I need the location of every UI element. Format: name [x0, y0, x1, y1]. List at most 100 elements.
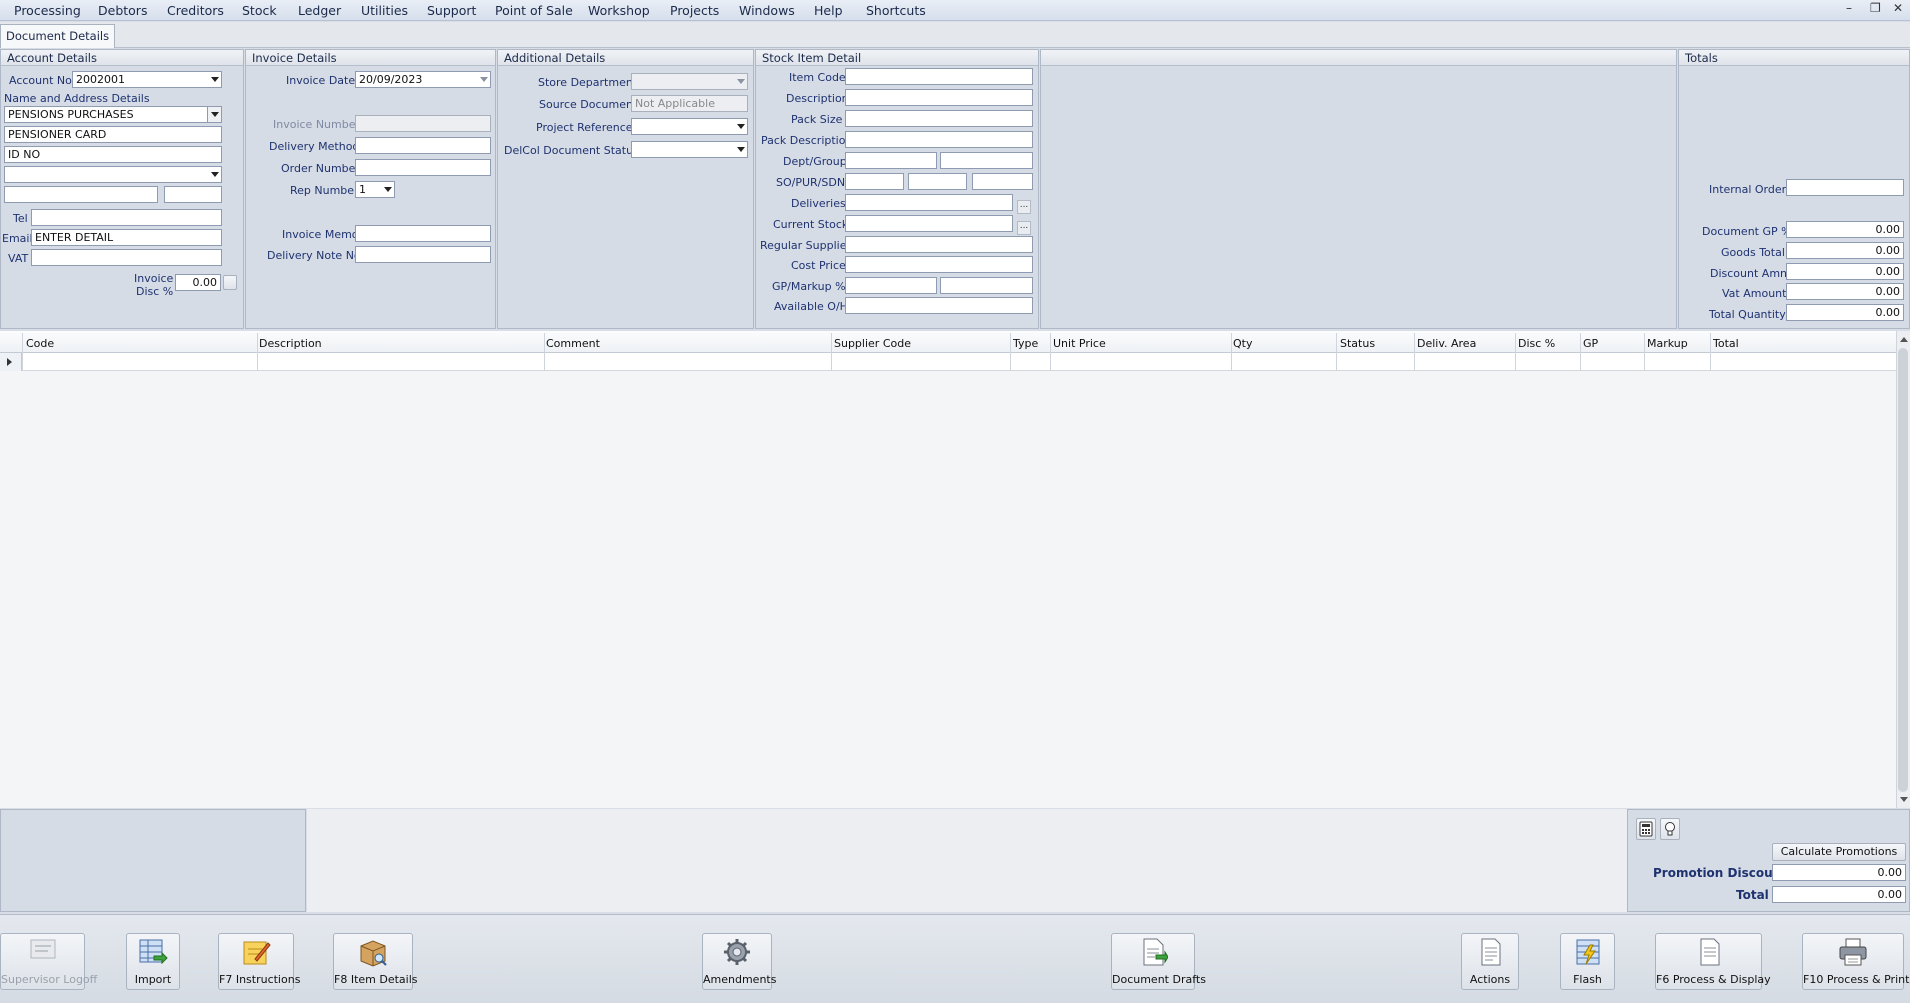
menu-ledger[interactable]: Ledger [298, 3, 341, 18]
menu-projects[interactable]: Projects [670, 3, 719, 18]
rep-number-select[interactable]: 1 [355, 181, 395, 198]
column-separator [1644, 333, 1645, 371]
actions-button[interactable]: Actions [1461, 933, 1519, 990]
address-line-4-select[interactable] [4, 166, 222, 183]
item-code-field[interactable] [845, 68, 1033, 85]
vat-amount-field: 0.00 [1786, 283, 1904, 300]
menu-debtors[interactable]: Debtors [98, 3, 147, 18]
box-search-icon [360, 940, 387, 967]
delivery-method-field[interactable] [355, 137, 491, 154]
available-oh-field[interactable] [845, 297, 1033, 314]
vat-field[interactable] [31, 249, 222, 266]
current-stock-label: Current Stock [773, 218, 849, 231]
description-field[interactable] [845, 89, 1033, 106]
column-header-status[interactable]: Status [1340, 337, 1375, 350]
f6-process-display-button[interactable]: F6 Process & Display [1655, 933, 1771, 990]
column-header-supplier-code[interactable]: Supplier Code [834, 337, 911, 350]
column-header-gp[interactable]: GP [1583, 337, 1598, 350]
menu-stock[interactable]: Stock [242, 3, 277, 18]
row-indicator[interactable] [0, 353, 22, 371]
name-dropdown-button[interactable] [207, 107, 221, 122]
invoice-memo-field[interactable] [355, 225, 491, 242]
stock-item-detail-header: Stock Item Detail [756, 50, 1038, 66]
column-header-comment[interactable]: Comment [546, 337, 600, 350]
address-city-field[interactable] [4, 186, 158, 203]
markup-field[interactable] [940, 277, 1033, 294]
tel-field[interactable] [31, 209, 222, 226]
invoice-date-picker[interactable]: 20/09/2023 [355, 71, 491, 88]
order-number-field[interactable] [355, 159, 491, 176]
promotion-discount-field: 0.00 [1772, 864, 1906, 881]
dept-field[interactable] [845, 152, 937, 169]
pack-description-field[interactable] [845, 131, 1033, 148]
invoice-disc-button[interactable] [223, 275, 237, 290]
scroll-up-icon[interactable] [1900, 337, 1908, 342]
menu-support[interactable]: Support [427, 3, 476, 18]
invoice-disc-field[interactable]: 0.00 [175, 274, 221, 291]
document-drafts-button[interactable]: Document Drafts [1111, 933, 1206, 990]
table-row[interactable] [0, 353, 1896, 371]
total-quantity-label: Total Quantity [1709, 308, 1786, 321]
internal-order-field[interactable] [1786, 179, 1904, 196]
scrollbar-thumb[interactable] [1898, 348, 1908, 792]
calculate-promotions-button[interactable]: Calculate Promotions [1772, 843, 1906, 861]
delivery-note-field[interactable] [355, 246, 491, 263]
column-header-total[interactable]: Total [1713, 337, 1739, 350]
column-header-qty[interactable]: Qty [1233, 337, 1252, 350]
email-field[interactable]: ENTER DETAIL [31, 229, 222, 246]
group-field[interactable] [940, 152, 1033, 169]
so-field[interactable] [845, 173, 904, 190]
column-header-code[interactable]: Code [26, 337, 54, 350]
menu-creditors[interactable]: Creditors [167, 3, 224, 18]
deliveries-field[interactable] [845, 194, 1013, 211]
column-header-type[interactable]: Type [1013, 337, 1038, 350]
menu-utilities[interactable]: Utilities [361, 3, 408, 18]
gp-field[interactable] [845, 277, 937, 294]
column-header-unit-price[interactable]: Unit Price [1053, 337, 1106, 350]
column-header-deliv-area[interactable]: Deliv. Area [1417, 337, 1476, 350]
column-separator [1050, 333, 1051, 371]
amendments-button[interactable]: Amendments [702, 933, 776, 990]
cost-price-field[interactable] [845, 256, 1033, 273]
menu-processing[interactable]: Processing [14, 3, 81, 18]
column-header-disc[interactable]: Disc % [1518, 337, 1555, 350]
delivery-note-label: Delivery Note No [267, 249, 361, 262]
f7-instructions-button[interactable]: F7 Instructions [218, 933, 300, 990]
column-separator [1710, 333, 1711, 371]
minimize-icon[interactable]: – [1846, 1, 1852, 15]
delcol-status-select[interactable] [631, 141, 748, 158]
current-stock-ellipsis-button[interactable]: ... [1017, 221, 1031, 235]
menu-shortcuts[interactable]: Shortcuts [866, 3, 926, 18]
calculator-button[interactable] [1636, 818, 1656, 840]
flash-button[interactable]: Flash [1560, 933, 1615, 990]
f10-process-print-button[interactable]: F10 Process & Print [1802, 933, 1909, 990]
column-header-markup[interactable]: Markup [1647, 337, 1688, 350]
line-items-grid[interactable] [0, 331, 1910, 808]
account-no-select[interactable]: 2002001 [72, 71, 222, 88]
flash-icon [1576, 939, 1599, 965]
import-button[interactable]: Import [126, 933, 180, 990]
column-header-description[interactable]: Description [259, 337, 322, 350]
sdn-field[interactable] [972, 173, 1033, 190]
project-reference-select[interactable] [631, 118, 748, 135]
restore-icon[interactable]: ❐ [1870, 1, 1881, 15]
address-line-2-field[interactable]: PENSIONER CARD [4, 126, 222, 143]
hint-button[interactable] [1660, 818, 1680, 840]
source-document-field: Not Applicable [631, 95, 748, 112]
current-stock-field[interactable] [845, 215, 1013, 232]
pack-size-field[interactable] [845, 110, 1033, 127]
pur-field[interactable] [908, 173, 967, 190]
f8-item-details-button[interactable]: F8 Item Details [333, 933, 418, 990]
name-field[interactable]: PENSIONS PURCHASES [4, 106, 222, 123]
address-line-3-field[interactable]: ID NO [4, 146, 222, 163]
menu-windows[interactable]: Windows [739, 3, 795, 18]
scroll-down-icon[interactable] [1900, 797, 1908, 802]
regular-supplier-field[interactable] [845, 236, 1033, 253]
tab-document-details[interactable]: Document Details [0, 24, 116, 48]
menu-help[interactable]: Help [814, 3, 843, 18]
menu-point-of-sale[interactable]: Point of Sale [495, 3, 573, 18]
deliveries-ellipsis-button[interactable]: ... [1017, 200, 1031, 214]
close-icon[interactable]: ✕ [1893, 1, 1903, 15]
address-postcode-field[interactable] [164, 186, 222, 203]
menu-workshop[interactable]: Workshop [588, 3, 650, 18]
